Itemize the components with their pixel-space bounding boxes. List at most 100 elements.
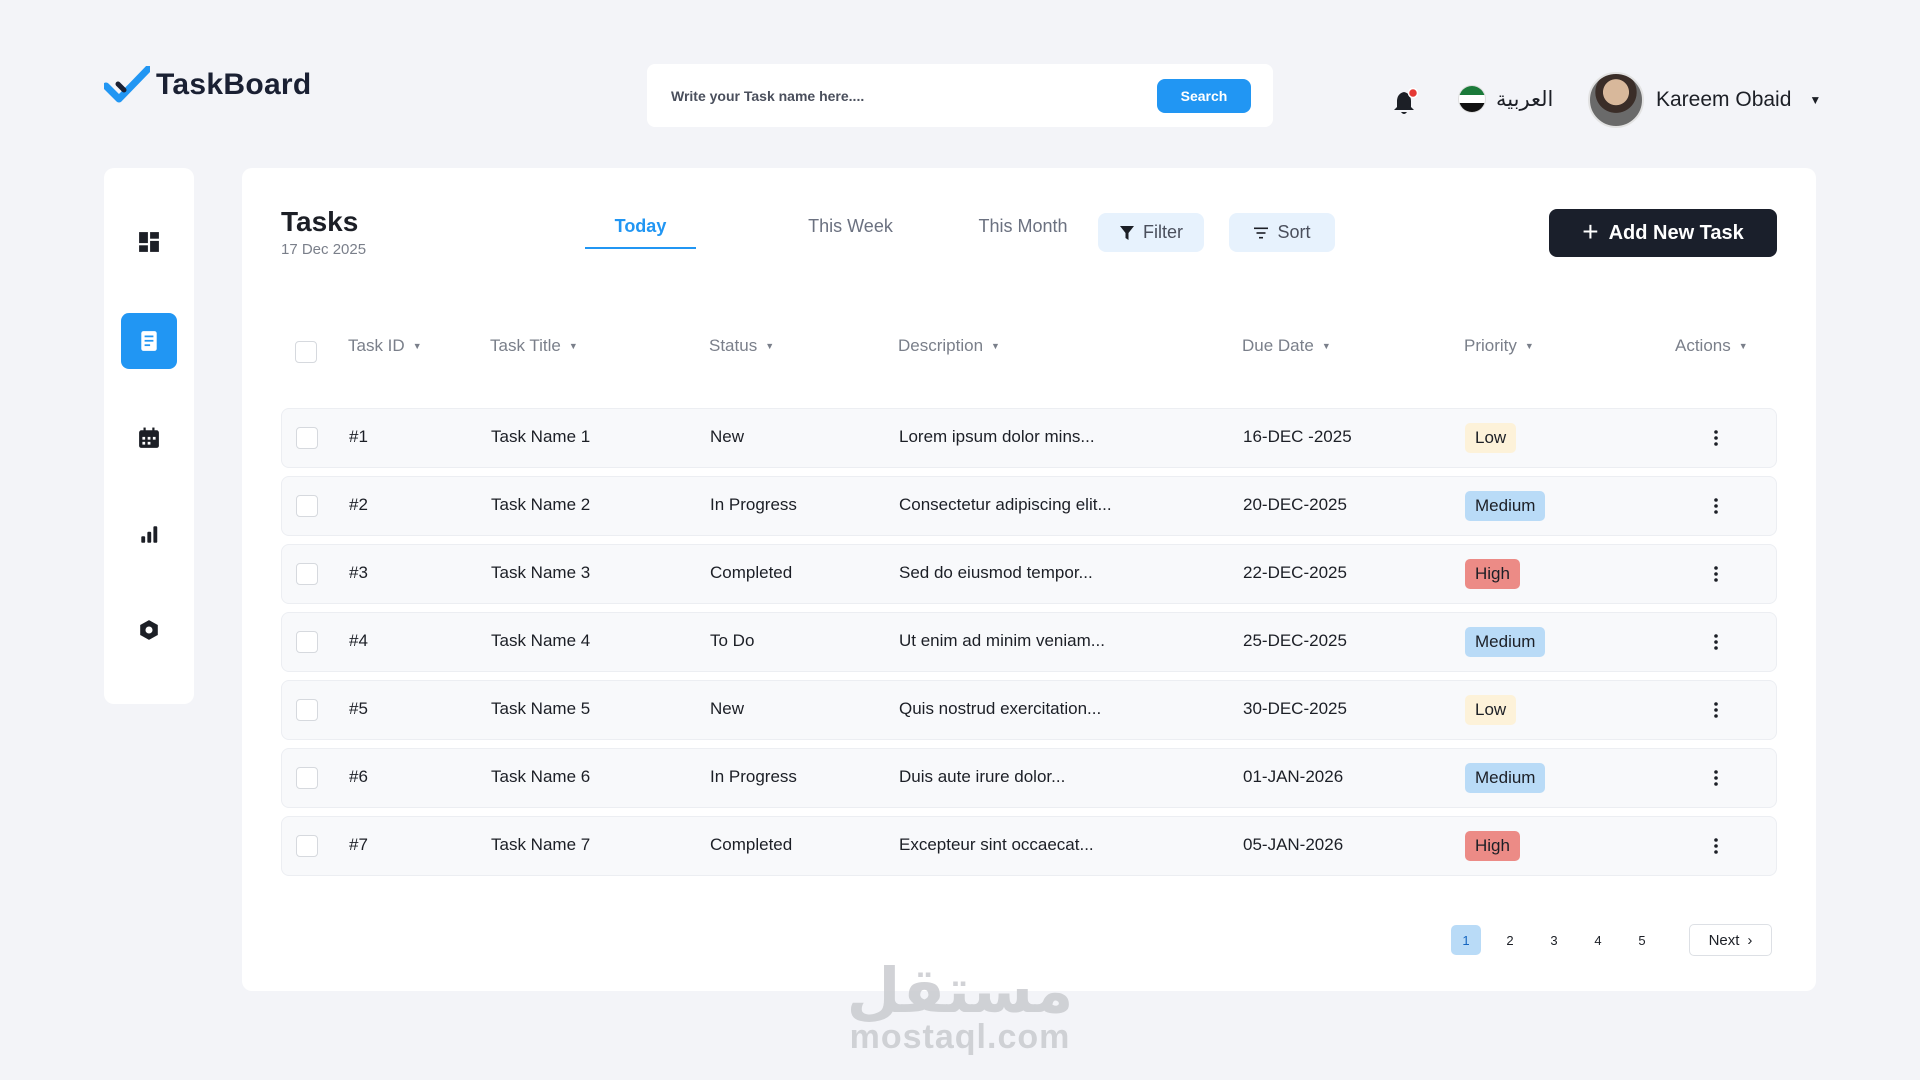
- table-row[interactable]: #2 Task Name 2 In Progress Consectetur a…: [281, 476, 1777, 536]
- more-actions-icon[interactable]: [1704, 559, 1728, 589]
- task-status: Completed: [710, 835, 793, 854]
- column-header-task-title[interactable]: Task Title ▼: [490, 336, 578, 356]
- checkmark-logo-icon: [104, 66, 150, 103]
- column-header-task-id[interactable]: Task ID ▼: [348, 336, 422, 356]
- table-row[interactable]: #1 Task Name 1 New Lorem ipsum dolor min…: [281, 408, 1777, 468]
- page-1-button[interactable]: 1: [1451, 925, 1481, 955]
- page-date: 17 Dec 2025: [281, 241, 367, 258]
- tasks-icon: [141, 331, 157, 351]
- table-row[interactable]: #6 Task Name 6 In Progress Duis aute iru…: [281, 748, 1777, 808]
- chevron-down-icon: ▼: [1809, 93, 1822, 107]
- watermark: مستقل mostaql.com: [845, 960, 1075, 1057]
- sidebar-item-analytics[interactable]: [121, 506, 177, 562]
- column-label: Actions: [1675, 336, 1731, 355]
- sidebar-item-dashboard[interactable]: [121, 214, 177, 270]
- row-checkbox[interactable]: [296, 563, 318, 585]
- app-logo[interactable]: TaskBoard: [104, 66, 312, 104]
- tab-this-week[interactable]: This Week: [768, 216, 933, 249]
- language-switcher[interactable]: العربية: [1458, 85, 1553, 113]
- task-description: Excepteur sint occaecat...: [899, 835, 1094, 854]
- date-tabs: Today This Week This Month: [585, 216, 1113, 249]
- watermark-arabic: مستقل: [846, 954, 1074, 1027]
- table-row[interactable]: #7 Task Name 7 Completed Excepteur sint …: [281, 816, 1777, 876]
- search-input[interactable]: [671, 87, 1157, 104]
- task-title: Task Name 6: [491, 767, 591, 786]
- task-id: #5: [349, 699, 368, 718]
- select-all-checkbox[interactable]: [295, 341, 317, 363]
- chevron-right-icon: ›: [1747, 931, 1753, 949]
- column-label: Priority: [1464, 336, 1517, 355]
- column-header-due-date[interactable]: Due Date ▼: [1242, 336, 1331, 356]
- column-header-status[interactable]: Status ▼: [709, 336, 774, 356]
- column-header-description[interactable]: Description ▼: [898, 336, 1000, 356]
- more-actions-icon[interactable]: [1704, 423, 1728, 453]
- more-actions-icon[interactable]: [1704, 831, 1728, 861]
- priority-badge: High: [1465, 831, 1520, 861]
- avatar: [1588, 72, 1644, 128]
- row-checkbox[interactable]: [296, 767, 318, 789]
- sidebar-item-calendar[interactable]: [121, 410, 177, 466]
- row-checkbox[interactable]: [296, 699, 318, 721]
- column-label: Task ID: [348, 336, 405, 355]
- task-description: Lorem ipsum dolor mins...: [899, 427, 1095, 446]
- sidebar-item-tasks[interactable]: [121, 313, 177, 369]
- task-id: #3: [349, 563, 368, 582]
- tab-today[interactable]: Today: [585, 216, 696, 249]
- sort-button[interactable]: Sort: [1229, 213, 1335, 252]
- settings-icon: [140, 620, 158, 640]
- language-label: العربية: [1496, 87, 1554, 111]
- user-menu[interactable]: Kareem Obaid ▼: [1588, 72, 1821, 128]
- table-header: Task ID ▼ Task Title ▼ Status ▼ Description…: [281, 336, 1777, 368]
- table-row[interactable]: #4 Task Name 4 To Do Ut enim ad minim ve…: [281, 612, 1777, 672]
- task-title: Task Name 3: [491, 563, 591, 582]
- table-row[interactable]: #5 Task Name 5 New Quis nostrud exercita…: [281, 680, 1777, 740]
- task-title: Task Name 2: [491, 495, 591, 514]
- filter-button[interactable]: Filter: [1098, 213, 1204, 252]
- task-description: Sed do eiusmod tempor...: [899, 563, 1093, 582]
- row-checkbox[interactable]: [296, 495, 318, 517]
- app-name: TaskBoard: [156, 68, 312, 101]
- task-title: Task Name 4: [491, 631, 591, 650]
- priority-badge: Low: [1465, 423, 1517, 453]
- more-actions-icon[interactable]: [1704, 491, 1728, 521]
- priority-badge: Medium: [1465, 491, 1546, 521]
- task-due-date: 30-DEC-2025: [1243, 699, 1347, 718]
- sidebar-item-settings[interactable]: [121, 602, 177, 658]
- tasks-panel: Tasks 17 Dec 2025 Today This Week This M…: [242, 168, 1816, 991]
- task-status: Completed: [710, 563, 793, 582]
- page-5-button[interactable]: 5: [1627, 925, 1657, 955]
- more-actions-icon[interactable]: [1704, 763, 1728, 793]
- priority-badge: Medium: [1465, 627, 1546, 657]
- row-checkbox[interactable]: [296, 631, 318, 653]
- add-new-task-label: Add New Task: [1608, 221, 1744, 244]
- notification-bell-icon[interactable]: [1393, 88, 1419, 116]
- row-checkbox[interactable]: [296, 427, 318, 449]
- caret-down-icon: ▼: [568, 341, 578, 351]
- caret-down-icon: ▼: [765, 341, 775, 351]
- pagination: 1 2 3 4 5 Next ›: [1451, 924, 1772, 956]
- column-header-actions[interactable]: Actions ▼: [1675, 336, 1748, 356]
- page-3-button[interactable]: 3: [1539, 925, 1569, 955]
- add-new-task-button[interactable]: + Add New Task: [1549, 209, 1777, 257]
- task-due-date: 25-DEC-2025: [1243, 631, 1347, 650]
- task-list: #1 Task Name 1 New Lorem ipsum dolor min…: [281, 408, 1777, 884]
- column-header-priority[interactable]: Priority ▼: [1464, 336, 1534, 356]
- more-actions-icon[interactable]: [1704, 695, 1728, 725]
- tab-this-month[interactable]: This Month: [933, 216, 1113, 249]
- page-2-button[interactable]: 2: [1495, 925, 1525, 955]
- task-status: In Progress: [710, 767, 797, 786]
- column-label: Due Date: [1242, 336, 1314, 355]
- next-page-button[interactable]: Next ›: [1689, 924, 1772, 956]
- more-actions-icon[interactable]: [1704, 627, 1728, 657]
- page-4-button[interactable]: 4: [1583, 925, 1613, 955]
- task-title: Task Name 7: [491, 835, 591, 854]
- search-button[interactable]: Search: [1157, 78, 1251, 113]
- next-label: Next: [1708, 931, 1740, 949]
- column-label: Task Title: [490, 336, 561, 355]
- table-row[interactable]: #3 Task Name 3 Completed Sed do eiusmod …: [281, 544, 1777, 604]
- flag-icon: [1458, 85, 1486, 113]
- task-id: #2: [349, 495, 368, 514]
- priority-badge: High: [1465, 559, 1520, 589]
- task-due-date: 20-DEC-2025: [1243, 495, 1347, 514]
- row-checkbox[interactable]: [296, 835, 318, 857]
